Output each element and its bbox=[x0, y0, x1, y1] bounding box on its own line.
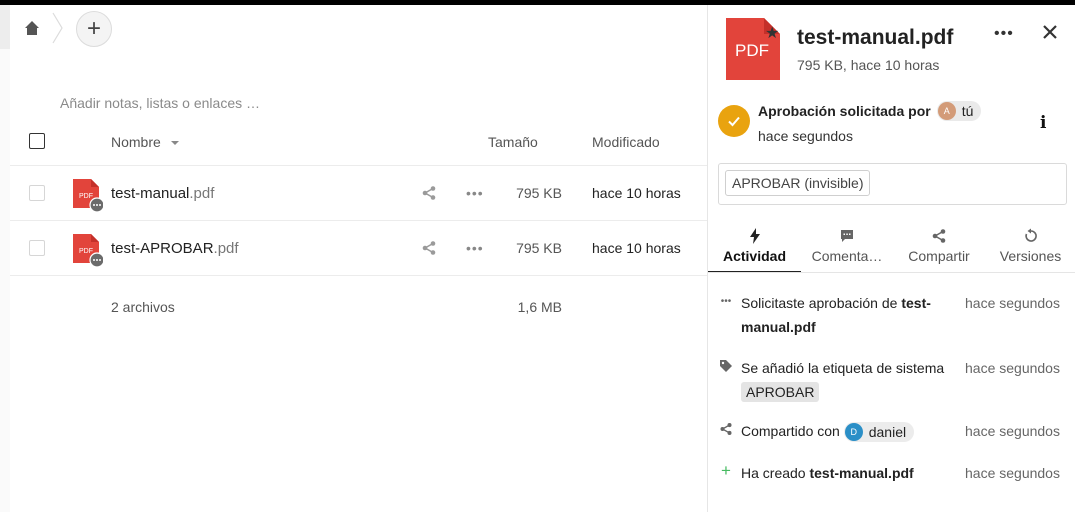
sidebar-more-icon[interactable]: ••• bbox=[994, 25, 1014, 43]
file-modified: hace 10 horas bbox=[592, 185, 681, 201]
svg-text:PDF: PDF bbox=[79, 193, 93, 200]
tag-icon bbox=[718, 358, 734, 374]
file-name[interactable]: test-manual.pdf bbox=[111, 185, 214, 202]
bolt-icon bbox=[708, 228, 801, 246]
approval-check-icon bbox=[718, 105, 750, 137]
tag-input[interactable]: APROBAR (invisible) bbox=[718, 163, 1067, 205]
avatar: A bbox=[937, 102, 956, 120]
pdf-file-icon: PDF bbox=[73, 234, 105, 268]
user-chip[interactable]: A tú bbox=[936, 101, 982, 121]
favorite-star-icon[interactable]: ★ bbox=[765, 23, 779, 43]
system-tag: APROBAR bbox=[741, 382, 820, 402]
pdf-file-icon: PDF bbox=[73, 179, 105, 213]
user-chip[interactable]: Ddaniel bbox=[843, 422, 915, 443]
file-table-header: Nombre Tamaño Modificado bbox=[10, 118, 707, 166]
close-icon[interactable] bbox=[1039, 21, 1061, 43]
table-row[interactable]: PDF test-APROBAR.pdf ••• 795 KB hace 10 … bbox=[10, 221, 707, 276]
tab-comments[interactable]: Comenta… bbox=[801, 225, 893, 273]
more-icon: ••• bbox=[720, 295, 732, 307]
approval-time: hace segundos bbox=[758, 128, 853, 144]
sort-down-icon bbox=[170, 141, 179, 146]
column-name-header[interactable]: Nombre bbox=[111, 134, 179, 150]
file-size: 795 KB bbox=[516, 185, 562, 201]
plus-icon: + bbox=[721, 461, 731, 480]
tab-versions[interactable]: Versiones bbox=[985, 225, 1075, 273]
file-name[interactable]: test-APROBAR.pdf bbox=[111, 240, 239, 257]
share-icon[interactable] bbox=[421, 185, 437, 206]
history-icon bbox=[985, 228, 1075, 246]
sidebar-file-subtitle: 795 KB, hace 10 horas bbox=[797, 57, 940, 73]
total-size: 1,6 MB bbox=[517, 299, 562, 315]
column-modified-header[interactable]: Modificado bbox=[592, 134, 660, 150]
breadcrumb-separator-icon bbox=[52, 12, 64, 49]
row-checkbox[interactable] bbox=[29, 185, 45, 201]
table-summary: 2 archivos 1,6 MB bbox=[10, 277, 707, 337]
sidebar-tabs: Actividad Comenta… Compartir Versiones bbox=[708, 225, 1075, 273]
tag-chip[interactable]: APROBAR (invisible) bbox=[725, 170, 871, 196]
file-size: 795 KB bbox=[516, 240, 562, 256]
comment-icon bbox=[801, 228, 893, 246]
share-icon bbox=[718, 421, 734, 437]
approval-status: Aprobación solicitada por A tú bbox=[758, 101, 982, 121]
column-size-header[interactable]: Tamaño bbox=[488, 134, 538, 150]
tab-sharing[interactable]: Compartir bbox=[893, 225, 985, 273]
sidebar-file-title: test-manual.pdf bbox=[797, 26, 954, 49]
tab-activity[interactable]: Actividad bbox=[708, 225, 801, 273]
home-icon[interactable] bbox=[18, 14, 46, 42]
avatar: D bbox=[844, 423, 863, 442]
add-new-button[interactable]: + bbox=[76, 11, 112, 47]
more-actions-icon[interactable]: ••• bbox=[466, 185, 484, 201]
row-checkbox[interactable] bbox=[29, 240, 45, 256]
notes-placeholder[interactable]: Añadir notas, listas o enlaces … bbox=[60, 95, 260, 111]
table-row[interactable]: PDF test-manual.pdf ••• 795 KB hace 10 h… bbox=[10, 166, 707, 221]
file-modified: hace 10 horas bbox=[592, 240, 681, 256]
more-actions-icon[interactable]: ••• bbox=[466, 240, 484, 256]
svg-text:PDF: PDF bbox=[79, 248, 93, 255]
info-icon[interactable]: i bbox=[1040, 113, 1046, 133]
share-icon[interactable] bbox=[421, 240, 437, 261]
svg-text:PDF: PDF bbox=[735, 41, 769, 60]
select-all-checkbox[interactable] bbox=[29, 133, 45, 149]
details-sidebar: PDF ★ test-manual.pdf 795 KB, hace 10 ho… bbox=[707, 5, 1075, 512]
tabs-divider bbox=[708, 272, 1075, 273]
share-icon bbox=[893, 228, 985, 246]
file-count: 2 archivos bbox=[111, 299, 175, 315]
app-navigation-edge bbox=[0, 5, 10, 512]
